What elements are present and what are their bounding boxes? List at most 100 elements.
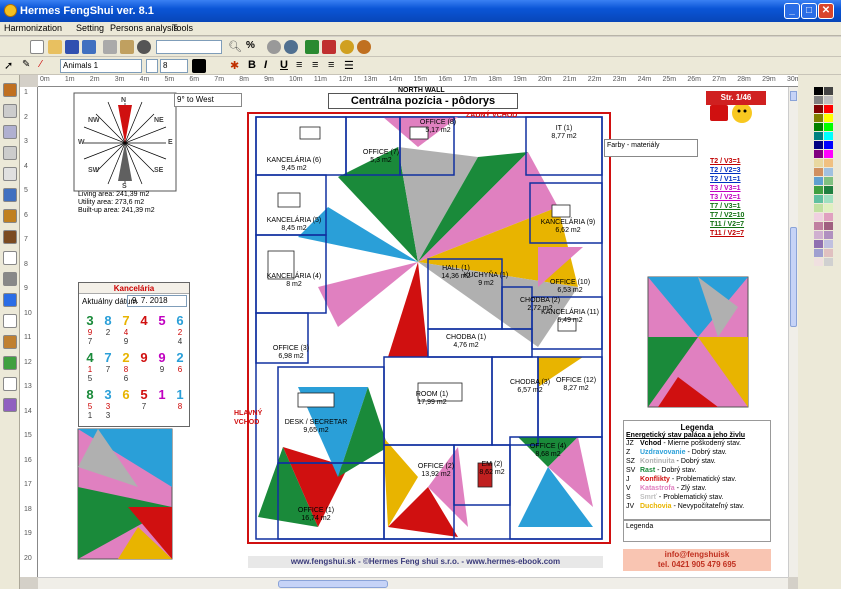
zoom-icon[interactable]: 🔍︎: [228, 40, 242, 54]
bagua-icon[interactable]: [322, 40, 336, 54]
color-swatch[interactable]: [824, 159, 833, 167]
bold-button[interactable]: B: [248, 59, 262, 73]
stamp-icon[interactable]: [3, 377, 17, 391]
color-swatch[interactable]: [824, 213, 833, 221]
font-select[interactable]: [146, 59, 158, 73]
dice-icon[interactable]: [710, 103, 752, 123]
menu-harmonization[interactable]: Harmonization: [4, 23, 62, 33]
color-swatch[interactable]: [824, 258, 833, 266]
person-icon[interactable]: [3, 83, 17, 97]
group-icon[interactable]: [3, 356, 17, 370]
color-swatch[interactable]: [814, 114, 823, 122]
color-swatch[interactable]: [824, 168, 833, 176]
color-swatch[interactable]: [814, 195, 823, 203]
color-swatch[interactable]: [824, 222, 833, 230]
table-icon[interactable]: [3, 293, 17, 307]
font-size-select[interactable]: 8: [160, 59, 188, 73]
line-tool-icon[interactable]: ⁄: [40, 59, 54, 73]
animals-select[interactable]: Animals 1: [60, 59, 142, 73]
coin-icon[interactable]: [340, 40, 354, 54]
maximize-button[interactable]: □: [801, 3, 817, 19]
search-input[interactable]: [156, 40, 222, 54]
star-entry[interactable]: T2 / V2=3: [710, 166, 744, 175]
pen-icon[interactable]: ✎: [22, 59, 36, 73]
color-swatch[interactable]: [814, 240, 823, 248]
star-entry[interactable]: T2 / V1=1: [710, 175, 744, 184]
scroll-up-icon[interactable]: [790, 91, 797, 101]
page-indicator[interactable]: Str. 1/46: [706, 91, 766, 105]
color-swatch[interactable]: [814, 96, 823, 104]
align-center-icon[interactable]: ≡: [312, 59, 326, 73]
color-swatch[interactable]: [814, 258, 823, 266]
page-icon[interactable]: [3, 146, 17, 160]
star-entry[interactable]: T11 / V2=7: [710, 229, 744, 238]
compass-tool-icon[interactable]: [357, 40, 371, 54]
color-swatch[interactable]: [824, 249, 833, 257]
color-swatch[interactable]: [814, 132, 823, 140]
rotate-icon[interactable]: [3, 314, 17, 328]
save-as-icon[interactable]: [82, 40, 96, 54]
color-swatch[interactable]: [814, 231, 823, 239]
color-swatch[interactable]: [824, 186, 833, 194]
palette-icon[interactable]: [3, 230, 17, 244]
color-swatch[interactable]: [824, 195, 833, 203]
close-button[interactable]: ✕: [818, 3, 834, 19]
align-right-icon[interactable]: ≡: [328, 59, 342, 73]
open-folder-icon[interactable]: [48, 40, 62, 54]
save-icon[interactable]: [65, 40, 79, 54]
color-swatch[interactable]: [824, 105, 833, 113]
find-icon[interactable]: [137, 40, 151, 54]
color-swatch[interactable]: [814, 168, 823, 176]
color-swatch[interactable]: [814, 105, 823, 113]
color-swatch[interactable]: [824, 231, 833, 239]
color-swatch[interactable]: [824, 204, 833, 212]
italic-button[interactable]: I: [264, 59, 278, 73]
align-left-icon[interactable]: ≡: [296, 59, 310, 73]
color-swatch[interactable]: [814, 204, 823, 212]
date-field[interactable]: 9. 7. 2018: [127, 295, 187, 307]
star-entry[interactable]: T7 / V3=1: [710, 202, 744, 211]
color-swatch[interactable]: [824, 123, 833, 131]
vertical-scroll-thumb[interactable]: [790, 227, 797, 327]
document-icon[interactable]: [3, 104, 17, 118]
color-swatch[interactable]: [814, 150, 823, 158]
percent-icon[interactable]: %: [246, 40, 260, 54]
star-entry[interactable]: T2 / V3=1: [710, 157, 744, 166]
paste-icon[interactable]: [120, 40, 134, 54]
orientation-field[interactable]: 9° to West: [174, 93, 242, 107]
color-swatch[interactable]: [814, 213, 823, 221]
materials-field[interactable]: Farby - materiály: [604, 139, 698, 157]
menu-persons-analysis[interactable]: Persons analysis: [110, 23, 178, 33]
grid-icon[interactable]: [3, 167, 17, 181]
fill-color-icon[interactable]: ✱: [230, 59, 244, 73]
color-swatch[interactable]: [814, 186, 823, 194]
list-icon[interactable]: ☰: [344, 59, 358, 73]
arrange-icon[interactable]: [3, 335, 17, 349]
print-icon[interactable]: [267, 40, 281, 54]
color-swatch[interactable]: [814, 123, 823, 131]
star-entry[interactable]: T3 / V3=1: [710, 184, 744, 193]
color-swatch[interactable]: [824, 141, 833, 149]
cross-icon[interactable]: [3, 272, 17, 286]
color-swatch[interactable]: [824, 150, 833, 158]
star-entry[interactable]: T7 / V2=10: [710, 211, 744, 220]
copy-icon[interactable]: [103, 40, 117, 54]
new-file-icon[interactable]: [30, 40, 44, 54]
star-entry[interactable]: T11 / V2=7: [710, 220, 744, 229]
window-icon[interactable]: [3, 188, 17, 202]
color-swatch[interactable]: [814, 159, 823, 167]
color-swatch[interactable]: [814, 222, 823, 230]
menu-setting[interactable]: Setting: [76, 23, 104, 33]
move-icon[interactable]: [3, 251, 17, 265]
layers-icon[interactable]: [3, 125, 17, 139]
color-swatch[interactable]: [824, 132, 833, 140]
tiles-icon[interactable]: [3, 209, 17, 223]
settings-icon[interactable]: [284, 40, 298, 54]
star-entry[interactable]: T3 / V2=1: [710, 193, 744, 202]
menu-tools[interactable]: Tools: [172, 23, 193, 33]
vertical-scrollbar[interactable]: [788, 87, 798, 577]
clover-icon[interactable]: [305, 40, 319, 54]
color-picker-icon[interactable]: [192, 59, 206, 73]
color-swatch[interactable]: [814, 87, 823, 95]
pointer-icon[interactable]: ➚: [4, 59, 18, 73]
